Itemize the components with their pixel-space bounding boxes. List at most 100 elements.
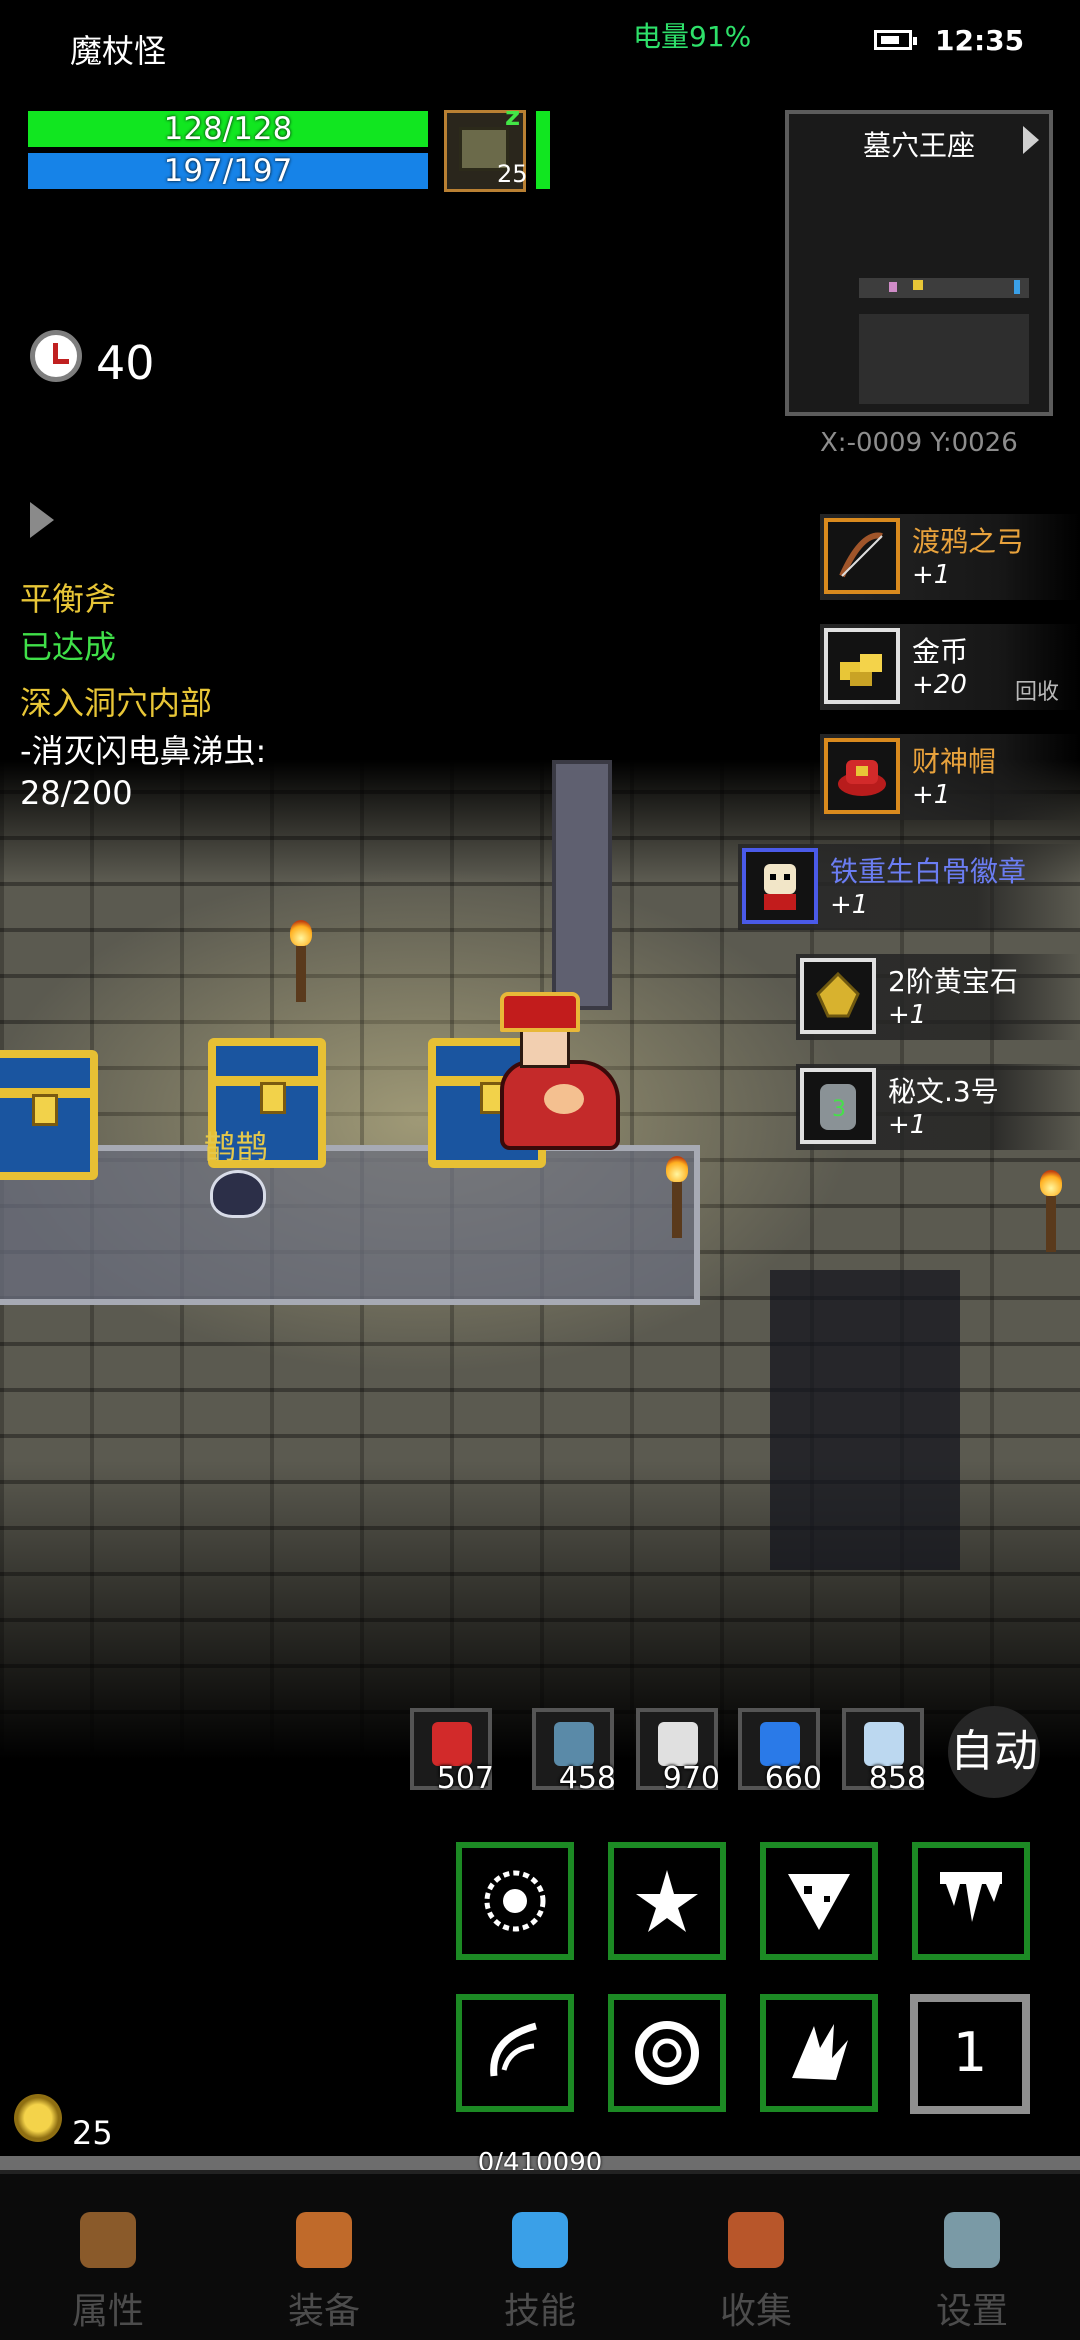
potion-icon xyxy=(432,1722,472,1766)
nav-label: 设置 xyxy=(935,2291,1008,2332)
pet-level: 25 xyxy=(497,160,528,188)
player-hat xyxy=(500,992,580,1032)
loot-item-icon xyxy=(824,518,900,594)
quick-item-slot[interactable]: 507 xyxy=(410,1708,494,1796)
treasure-chest[interactable] xyxy=(0,1050,98,1180)
player-character xyxy=(520,1028,570,1068)
quick-item-count: 458 xyxy=(558,1761,616,1796)
ring-seal-icon xyxy=(632,2018,702,2088)
icicle-rain-icon xyxy=(936,1866,1006,1936)
clock: 12:35 xyxy=(935,24,1025,57)
loot-entry: 金币 +20 回收 xyxy=(820,624,1080,710)
minimap-marker xyxy=(889,282,897,292)
bottom-nav: 属性 装备 技能 收集 设置 xyxy=(0,2170,1080,2340)
minimap-room xyxy=(859,314,1029,404)
loot-item-name: 渡鸦之弓 xyxy=(912,525,1025,558)
loot-item-icon xyxy=(800,958,876,1034)
player-mount xyxy=(500,1060,620,1150)
wind-slash-icon xyxy=(480,2018,550,2088)
recycle-label[interactable]: 回收 xyxy=(1015,674,1059,706)
loot-entry: 3 秘文.3号 +1 xyxy=(796,1064,1080,1150)
shatter-star-icon xyxy=(632,1866,702,1936)
skill-slot-button[interactable]: 1 xyxy=(910,1994,1030,2114)
play-icon[interactable] xyxy=(30,502,54,538)
mission-objective: -消灭闪电鼻涕虫: xyxy=(20,732,267,770)
hp-bar: 128/128 xyxy=(28,111,428,147)
skill-button[interactable] xyxy=(608,1842,726,1960)
skill-button[interactable] xyxy=(456,1842,574,1960)
burst-orb-icon xyxy=(480,1866,550,1936)
bag-icon xyxy=(296,2212,352,2268)
skill-button[interactable] xyxy=(760,1842,878,1960)
timer-value: 40 xyxy=(96,336,155,390)
torch-icon xyxy=(1040,1170,1062,1252)
loot-item-name: 金币 xyxy=(912,635,969,668)
magpie-npc[interactable] xyxy=(210,1170,266,1218)
app-title: 魔杖怪 xyxy=(70,32,167,70)
loot-item-qty: +1 xyxy=(888,1110,927,1140)
loot-item-icon xyxy=(742,848,818,924)
quick-item-slot[interactable]: 660 xyxy=(738,1708,822,1796)
quick-item-count: 660 xyxy=(764,1761,822,1796)
quick-item-count: 507 xyxy=(436,1761,494,1796)
torch-icon xyxy=(666,1156,688,1238)
loot-item-qty: +1 xyxy=(888,1000,927,1030)
loot-item-icon: 3 xyxy=(800,1068,876,1144)
nav-label: 技能 xyxy=(503,2291,576,2332)
minimap[interactable]: 墓穴王座 xyxy=(785,110,1053,416)
mission-progress: 28/200 xyxy=(20,774,133,812)
coordinates: X:-0009 Y:0026 xyxy=(820,428,1018,458)
achievement-status: 已达成 xyxy=(20,628,117,666)
achievement-name[interactable]: 平衡斧 xyxy=(20,574,116,620)
gold-icon xyxy=(14,2094,62,2142)
skill-gem-icon xyxy=(512,2212,568,2268)
nav-tab-helmet[interactable]: 属性 xyxy=(0,2174,216,2340)
mission-title[interactable]: 深入洞穴内部 xyxy=(20,678,212,724)
battery-icon xyxy=(874,30,917,50)
chest-icon xyxy=(728,2212,784,2268)
loot-entry: 渡鸦之弓 +1 xyxy=(820,514,1080,600)
blue-fish-icon xyxy=(760,1722,800,1766)
clock-icon xyxy=(30,330,82,382)
loot-item-name: 2阶黄宝石 xyxy=(888,965,1018,998)
fish-icon xyxy=(554,1722,594,1766)
loot-item-qty: +1 xyxy=(912,780,951,810)
loot-item-icon xyxy=(824,738,900,814)
mp-potion-icon xyxy=(864,1722,904,1766)
quick-item-count: 970 xyxy=(662,1761,720,1796)
pet-hp-bar xyxy=(536,111,550,189)
dark-doorway xyxy=(770,1270,960,1570)
npc-name: 鹊鹊 xyxy=(204,1128,269,1166)
loot-item-qty: +1 xyxy=(912,560,951,590)
skill-button[interactable] xyxy=(456,1994,574,2112)
skill-button[interactable] xyxy=(912,1842,1030,1960)
svg-text:3: 3 xyxy=(832,1097,846,1122)
nav-label: 属性 xyxy=(71,2291,144,2332)
loot-item-icon xyxy=(824,628,900,704)
skill-button[interactable] xyxy=(608,1994,726,2112)
nav-tab-gear[interactable]: 设置 xyxy=(864,2174,1080,2340)
loot-item-qty: +20 xyxy=(912,670,967,700)
nav-tab-chest[interactable]: 收集 xyxy=(648,2174,864,2340)
quick-item-count: 858 xyxy=(868,1761,926,1796)
quick-item-slot[interactable]: 858 xyxy=(842,1708,926,1796)
quick-item-slot[interactable]: 458 xyxy=(532,1708,616,1796)
torch-icon xyxy=(290,920,312,1002)
minimap-room xyxy=(859,278,1029,298)
loot-entry: 2阶黄宝石 +1 xyxy=(796,954,1080,1040)
minimap-title: 墓穴王座 xyxy=(862,129,975,162)
auto-button[interactable]: 自动 xyxy=(948,1706,1040,1798)
quick-item-slot[interactable]: 970 xyxy=(636,1708,720,1796)
stone-pillar xyxy=(552,760,612,1010)
nav-tab-skill-gem[interactable]: 技能 xyxy=(432,2174,648,2340)
helmet-icon xyxy=(80,2212,136,2268)
skill-button[interactable] xyxy=(760,1994,878,2112)
nav-label: 装备 xyxy=(287,2291,360,2332)
gear-icon xyxy=(944,2212,1000,2268)
loot-item-name: 财神帽 xyxy=(912,745,997,778)
mp-bar: 197/197 xyxy=(28,153,428,189)
nav-tab-bag[interactable]: 装备 xyxy=(216,2174,432,2340)
minimap-player xyxy=(913,280,923,290)
expand-arrow-icon[interactable] xyxy=(1023,126,1039,154)
flame-claw-icon xyxy=(784,2018,854,2088)
